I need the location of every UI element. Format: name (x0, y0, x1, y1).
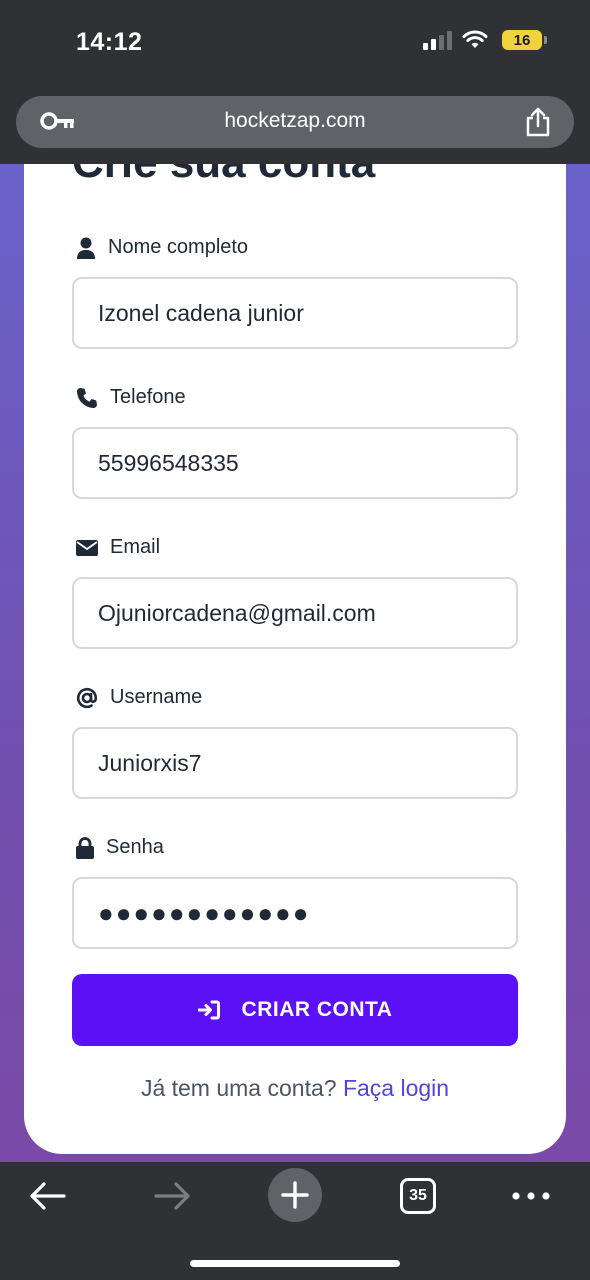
status-bar: 14:12 16 (0, 0, 590, 90)
login-prompt-text: Já tem uma conta? (140, 1075, 337, 1101)
phone-input[interactable] (72, 427, 518, 499)
forward-icon[interactable] (154, 1182, 190, 1210)
field-label-password: Senha (76, 836, 164, 859)
battery-icon: 16 (502, 30, 547, 50)
tabs-button[interactable]: 35 (400, 1178, 436, 1214)
plus-icon (281, 1181, 309, 1209)
status-icons: 16 (423, 30, 547, 50)
field-label-name: Nome completo (76, 236, 248, 259)
envelope-icon (76, 539, 98, 556)
field-label-username: Username (76, 686, 202, 709)
back-icon[interactable] (30, 1182, 66, 1210)
sign-in-icon (197, 1000, 220, 1020)
phone-label: Telefone (110, 386, 186, 408)
email-label: Email (110, 536, 161, 558)
field-label-phone: Telefone (76, 386, 186, 409)
lock-icon (76, 836, 94, 859)
user-icon (77, 237, 95, 259)
login-link[interactable]: Faça login (343, 1075, 449, 1101)
create-account-button[interactable]: CRIAR CONTA (72, 974, 518, 1046)
email-input[interactable] (72, 577, 518, 649)
status-time: 14:12 (76, 28, 143, 56)
more-icon[interactable] (512, 1192, 550, 1200)
field-label-email: Email (76, 536, 160, 559)
new-tab-button[interactable] (268, 1168, 322, 1222)
full-name-input[interactable] (72, 277, 518, 349)
page-title: Crie sua conta (72, 164, 375, 188)
password-input[interactable]: ●●●●●●●●●●●● (72, 877, 518, 949)
share-icon[interactable] (524, 107, 552, 137)
address-bar[interactable]: hocketzap.com (16, 96, 574, 148)
login-prompt: Já tem uma conta? Faça login (24, 1075, 566, 1102)
browser-toolbar: 35 (0, 1162, 590, 1280)
username-input[interactable] (72, 727, 518, 799)
username-label: Username (110, 686, 203, 708)
name-label: Nome completo (108, 236, 249, 258)
password-label: Senha (106, 836, 164, 858)
create-account-label: CRIAR CONTA (241, 998, 393, 1021)
cellular-signal-icon (423, 30, 452, 50)
url-text[interactable]: hocketzap.com (16, 109, 574, 133)
wifi-icon (462, 30, 488, 48)
phone-icon (77, 387, 97, 408)
at-icon (76, 687, 98, 708)
signup-card: Crie sua conta Nome completo Telefone Em… (24, 164, 566, 1154)
home-indicator (190, 1260, 400, 1267)
